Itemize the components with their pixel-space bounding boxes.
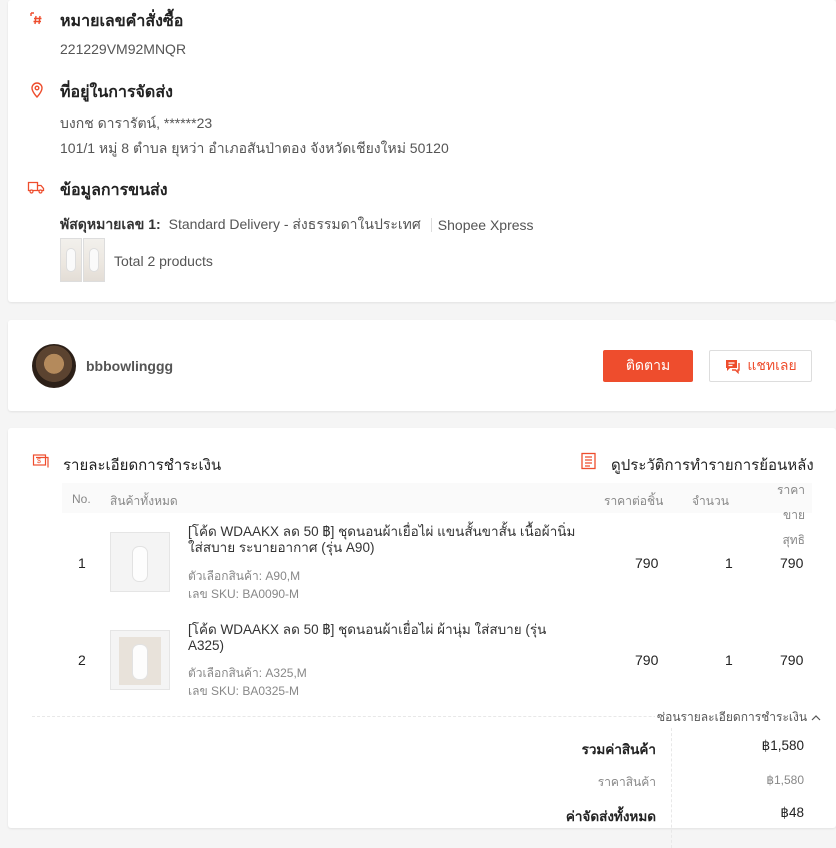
document-list-icon — [581, 452, 596, 470]
seller-card: bbbowlinggg ติดตาม แชทเลย — [8, 320, 836, 411]
total-products: Total 2 products — [114, 253, 213, 269]
product-thumbnail — [83, 238, 105, 282]
product-name[interactable]: [โค้ด WDAAKX ลด 50 ฿] ชุดนอนผ้าเยื่อไผ่ … — [188, 524, 580, 556]
col-all-products: สินค้าทั้งหมด — [110, 494, 178, 508]
quantity: 1 — [725, 555, 733, 571]
unit-price: 790 — [635, 555, 659, 571]
svg-text:$: $ — [37, 458, 41, 465]
location-pin-icon — [31, 82, 43, 99]
product-variant: ตัวเลือกสินค้า: A325,M — [188, 666, 307, 680]
recipient-name: บงกช ดารารัตน์, ******23 — [60, 115, 213, 131]
col-net-price-line1: ราคาขาย — [777, 483, 805, 522]
payment-card: $ รายละเอียดการชำระเงิน ดูประวัติการทำรา… — [8, 428, 836, 848]
parcel-method: Standard Delivery - ส่งธรรมดาในประเทศ — [168, 216, 421, 232]
carrier-name: Shopee Xpress — [437, 217, 534, 233]
product-image[interactable] — [110, 532, 170, 592]
product-sku: เลข SKU: BA0325-M — [188, 684, 300, 698]
payment-title: รายละเอียดการชำระเงิน — [63, 457, 222, 474]
address-title: ที่อยู่ในการจัดส่ง — [60, 84, 173, 101]
seller-name[interactable]: bbbowlinggg — [86, 358, 173, 374]
product-sku: เลข SKU: BA0090-M — [188, 587, 300, 601]
items-table-header: No. สินค้าทั้งหมด ราคาต่อชิ้น จำนวน ราคา… — [62, 483, 812, 547]
summary-value: ฿1,580 — [761, 738, 804, 753]
chat-button[interactable]: แชทเลย — [709, 350, 812, 382]
summary-value: ฿1,580 — [766, 773, 804, 787]
summary-label: ราคาสินค้า — [597, 775, 656, 789]
col-no: No. — [72, 492, 91, 506]
summary-value: ฿48 — [780, 805, 804, 820]
product-image[interactable] — [110, 630, 170, 690]
product-thumbnail — [60, 238, 82, 282]
order-info-card: หมายเลขคำสั่งซื้อ 221229VM92MNQR ที่อยู่… — [8, 0, 836, 302]
truck-icon — [27, 181, 45, 194]
parcel-label: พัสดุหมายเลข 1: — [60, 216, 161, 232]
product-name[interactable]: [โค้ด WDAAKX ลด 50 ฿] ชุดนอนผ้าเยื่อไผ่ … — [188, 622, 580, 654]
chat-bubble-icon — [726, 360, 741, 374]
unit-price: 790 — [635, 652, 659, 668]
hash-icon — [30, 12, 42, 25]
hide-details-toggle[interactable]: ซ่อนรายละเอียดการชำระเงิน — [655, 708, 824, 727]
shipping-title: ข้อมูลการขนส่ง — [60, 182, 168, 199]
order-number-title: หมายเลขคำสั่งซื้อ — [60, 13, 184, 30]
avatar[interactable] — [32, 344, 76, 388]
divider — [430, 218, 432, 232]
order-number-value: 221229VM92MNQR — [60, 41, 187, 57]
row-no: 2 — [78, 652, 86, 668]
shipping-address: 101/1 หมู่ 8 ตำบล ยุหว่า อำเภอสันป่าตอง … — [60, 140, 449, 156]
history-link[interactable]: ดูประวัติการทำรายการย้อนหลัง — [611, 453, 814, 477]
row-no: 1 — [78, 555, 86, 571]
hide-details-label: ซ่อนรายละเอียดการชำระเงิน — [657, 710, 808, 724]
quantity: 1 — [725, 652, 733, 668]
net-price: 790 — [780, 555, 804, 571]
receipt-icon: $ — [32, 454, 49, 468]
parcel-line: พัสดุหมายเลข 1: Standard Delivery - ส่งธ… — [60, 214, 534, 236]
chat-label: แชทเลย — [747, 357, 797, 373]
summary-label: รวมค่าสินค้า — [581, 742, 656, 757]
chevron-up-icon — [811, 714, 821, 720]
product-variant: ตัวเลือกสินค้า: A90,M — [188, 569, 301, 583]
net-price: 790 — [780, 652, 804, 668]
follow-button[interactable]: ติดตาม — [603, 350, 693, 382]
col-qty: จำนวน — [692, 494, 729, 508]
col-unit-price: ราคาต่อชิ้น — [604, 494, 664, 508]
table-row: 1 [โค้ด WDAAKX ลด 50 ฿] ชุดนอนผ้าเยื่อไผ… — [62, 522, 812, 602]
follow-label: ติดตาม — [625, 357, 671, 373]
summary-divider — [671, 728, 672, 848]
table-row: 2 [โค้ด WDAAKX ลด 50 ฿] ชุดนอนผ้าเยื่อไผ… — [62, 620, 812, 700]
summary-label: ค่าจัดส่งทั้งหมด — [565, 809, 656, 824]
